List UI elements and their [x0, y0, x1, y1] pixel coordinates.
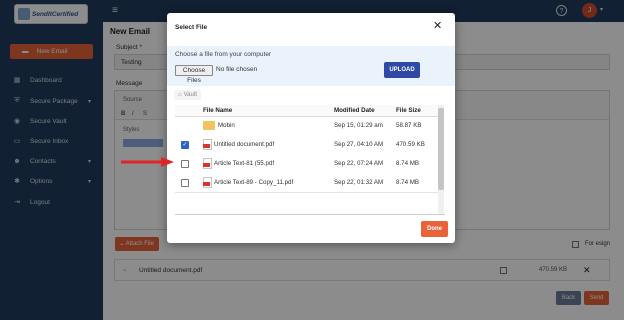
checkbox-cell: [181, 173, 189, 192]
file-type-cell: [203, 173, 212, 192]
no-file-status: No file chosen: [216, 66, 258, 73]
breadcrumb[interactable]: ⌂ Vault: [174, 90, 201, 100]
file-type-cell: [203, 116, 215, 135]
file-name: Article Text-81 (55.pdf: [214, 160, 275, 167]
file-select-checkbox[interactable]: ✓: [181, 140, 189, 149]
file-name: Mobin: [218, 122, 235, 129]
scrollbar-thumb[interactable]: [438, 108, 444, 190]
file-row[interactable]: Mobin Sep 15, 01:29 am 58.87 KB: [175, 116, 438, 136]
pdf-file-icon: [203, 177, 212, 188]
file-size: 8.74 MB: [396, 160, 420, 167]
file-select-checkbox[interactable]: [181, 178, 189, 187]
file-modified-date: Sep 22, 07:24 AM: [334, 160, 384, 167]
file-name: Untitled document.pdf: [214, 141, 275, 148]
done-button[interactable]: Done: [421, 221, 448, 237]
column-modified-date[interactable]: Modified Date: [334, 105, 375, 116]
checkbox-cell: ✓: [181, 135, 189, 154]
file-table: SaiSep 17, 05:12 am44.38 KBMobinSep 15, …: [175, 105, 445, 215]
close-icon[interactable]: ✕: [433, 21, 442, 32]
file-type-cell: [203, 135, 212, 154]
choose-files-button[interactable]: Choose Files: [175, 65, 213, 84]
breadcrumb-vault: Vault: [183, 92, 197, 98]
file-modified-date: Sep 27, 04:10 AM: [334, 141, 384, 148]
file-size: 58.87 KB: [396, 122, 422, 129]
upload-button[interactable]: UPLOAD: [384, 62, 420, 78]
file-row[interactable]: Article Text-89 - Copy_11.pdf Sep 22, 01:…: [175, 173, 438, 193]
annotation-arrow-icon: [121, 157, 174, 167]
select-file-modal: Select File ✕ Choose a file from your co…: [167, 13, 455, 243]
column-file-size[interactable]: File Size: [396, 105, 421, 116]
column-file-name[interactable]: File Name: [203, 105, 232, 116]
pdf-file-icon: [203, 139, 212, 150]
pdf-file-icon: [203, 158, 212, 169]
upload-instruction: Choose a file from your computer: [175, 51, 272, 58]
file-size: 8.74 MB: [396, 179, 420, 186]
folder-icon: [203, 121, 215, 130]
home-icon: ⌂: [178, 92, 182, 98]
file-table-header: File Name Modified Date File Size: [175, 105, 438, 117]
file-type-cell: [203, 154, 212, 173]
file-modified-date: Sep 22, 01:32 AM: [334, 179, 384, 186]
file-row[interactable]: ✓ Untitled document.pdf Sep 27, 04:10 AM 47…: [175, 135, 438, 155]
file-size: 470.59 KB: [396, 141, 425, 148]
file-name: Article Text-89 - Copy_11.pdf: [214, 179, 294, 186]
file-select-checkbox[interactable]: [181, 159, 189, 168]
file-modified-date: Sep 15, 01:29 am: [334, 122, 383, 129]
file-row[interactable]: Article Text-81 (55.pdf Sep 22, 07:24 AM 8…: [175, 154, 438, 174]
checkbox-cell: [181, 154, 189, 173]
modal-title: Select File: [175, 24, 208, 31]
